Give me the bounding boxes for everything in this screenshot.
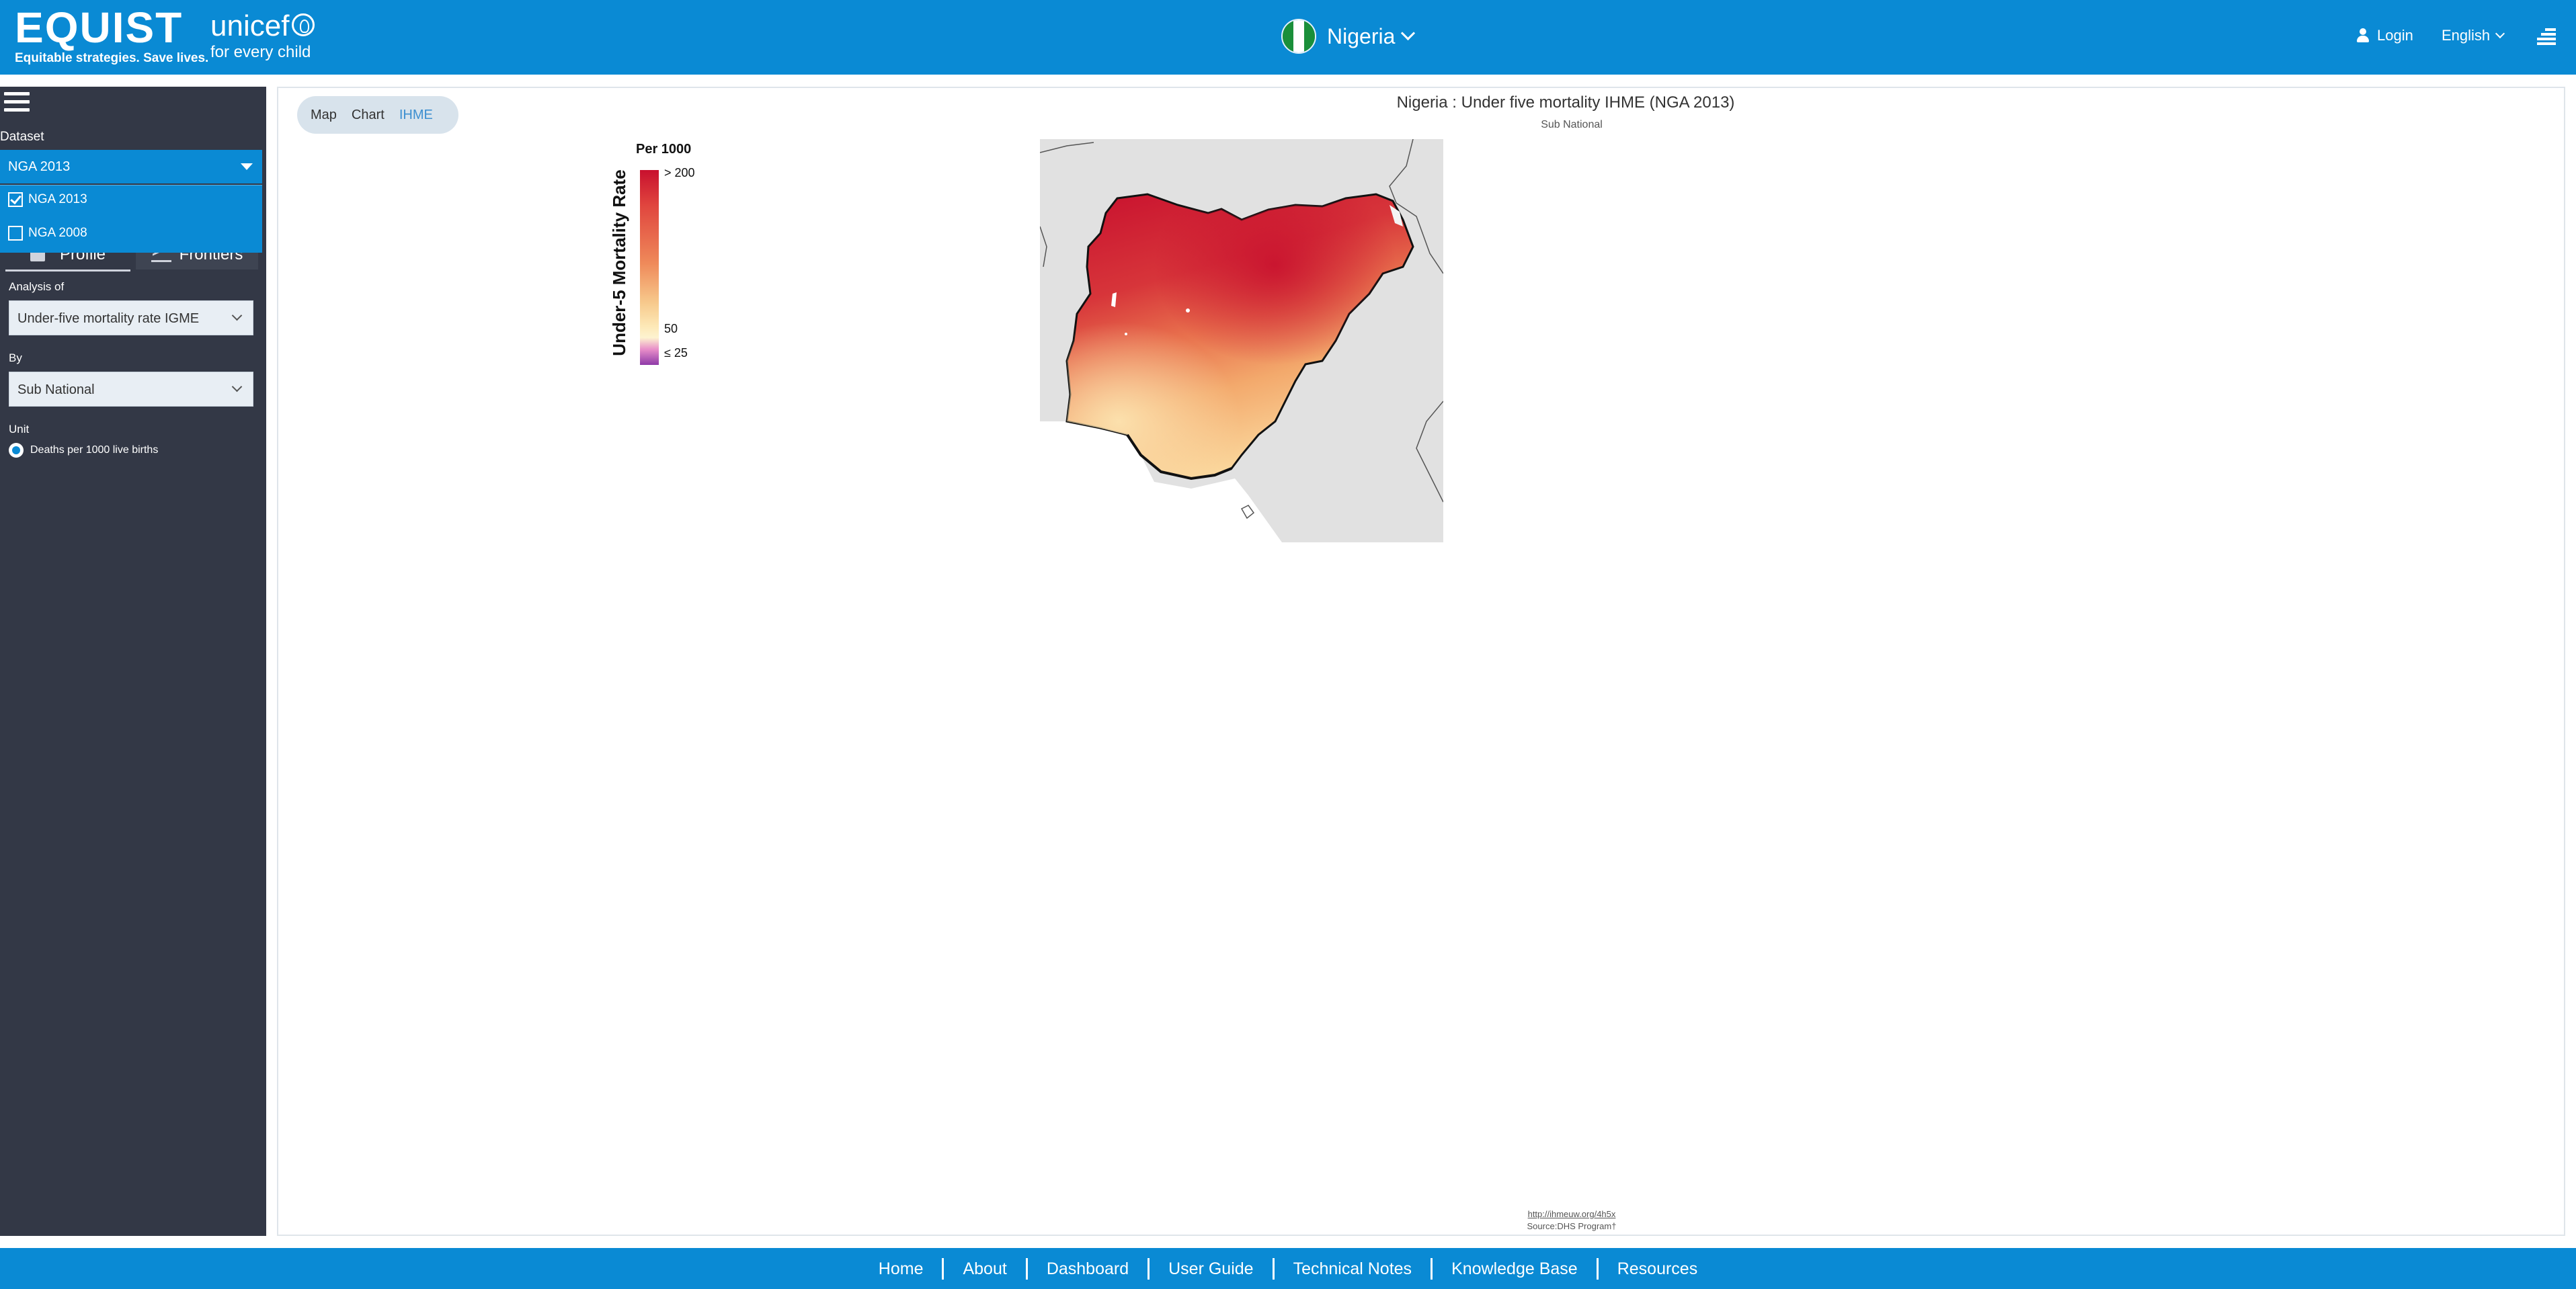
footer-link-resources[interactable]: Resources: [1599, 1258, 1717, 1280]
menu-icon[interactable]: [2537, 28, 2556, 46]
legend-axis-label: Under-5 Mortality Rate: [609, 169, 629, 356]
country-name: Nigeria: [1327, 24, 1396, 48]
brand-name: EQUIST: [15, 3, 184, 52]
footer-link-user-guide[interactable]: User Guide: [1150, 1257, 1275, 1280]
unicef-tagline: for every child: [210, 43, 311, 61]
dataset-selected-value: NGA 2013: [8, 159, 71, 174]
dataset-label: Dataset: [0, 130, 44, 144]
nigeria-flag-icon: [1281, 19, 1316, 54]
unicef-name: unicef: [210, 9, 290, 42]
view-switcher: Map Chart IHME: [297, 96, 458, 134]
chevron-down-icon: [1401, 26, 1416, 40]
chart-subtitle: Sub National: [1541, 119, 1603, 130]
legend-label-bottom: ≤ 25: [664, 346, 688, 360]
unit-value: Deaths per 1000 live births: [30, 444, 159, 456]
footer-link-technical-notes[interactable]: Technical Notes: [1275, 1257, 1433, 1280]
legend-heading: Per 1000: [636, 142, 692, 157]
brand-tagline: Equitable strategies. Save lives.: [15, 51, 209, 65]
dataset-option-nga-2013[interactable]: NGA 2013: [8, 192, 87, 207]
map-svg: [1040, 139, 1443, 542]
analysis-select[interactable]: Under-five mortality rate IGME: [9, 300, 253, 335]
unit-label: Unit: [9, 423, 30, 435]
main-panel: Map Chart IHME Nigeria : Under five mort…: [277, 87, 2565, 1236]
lake: [1186, 308, 1190, 313]
dataset-option-label: NGA 2008: [28, 226, 87, 240]
radio-selected-icon[interactable]: [9, 443, 24, 458]
by-label: By: [9, 351, 22, 364]
caret-down-icon: [241, 163, 253, 170]
unicef-logo: unicef for every child: [210, 11, 315, 62]
footer-link-home[interactable]: Home: [860, 1257, 944, 1280]
checkbox-checked-icon[interactable]: [8, 192, 23, 207]
dataset-dropdown-menu: NGA 2013 NGA 2008: [0, 185, 262, 253]
legend-label-top: > 200: [664, 166, 695, 179]
source-text: Source:DHS Program†: [1527, 1221, 1617, 1231]
unit-option-deaths[interactable]: Deaths per 1000 live births: [9, 443, 158, 458]
by-select[interactable]: Sub National: [9, 372, 253, 407]
equist-logo[interactable]: EQUIST Equitable strategies. Save lives.: [15, 5, 208, 66]
tab-ihme[interactable]: IHME: [399, 108, 433, 123]
analysis-label: Analysis of: [9, 280, 65, 293]
legend-color-scale: [640, 170, 659, 365]
checkbox-unchecked-icon[interactable]: [8, 226, 23, 241]
login-button[interactable]: Login: [2357, 27, 2413, 44]
chevron-down-icon: [2495, 28, 2505, 39]
chart-title: Nigeria : Under five mortality IHME (NGA…: [1396, 93, 1735, 112]
chevron-down-icon: [231, 381, 243, 392]
language-selector[interactable]: English: [2442, 27, 2505, 44]
footer-link-about[interactable]: About: [944, 1257, 1028, 1280]
footer-link-knowledge-base[interactable]: Knowledge Base: [1433, 1257, 1599, 1280]
top-header: EQUIST Equitable strategies. Save lives.…: [0, 0, 2576, 75]
footer-nav: Home About Dashboard User Guide Technica…: [0, 1248, 2576, 1289]
language-label: English: [2442, 27, 2491, 44]
hamburger-menu-icon[interactable]: [4, 92, 30, 112]
tab-map[interactable]: Map: [311, 108, 337, 123]
user-icon: [2357, 28, 2369, 43]
analysis-value: Under-five mortality rate IGME: [17, 311, 200, 326]
sidebar: Dataset NGA 2013 Profile Frontiers NGA 2…: [0, 87, 266, 1236]
by-value: Sub National: [17, 382, 95, 397]
chevron-down-icon: [231, 310, 243, 321]
footer-link-dashboard[interactable]: Dashboard: [1028, 1257, 1150, 1280]
lake: [1125, 333, 1127, 335]
country-selector[interactable]: Nigeria: [1281, 17, 1416, 55]
legend-label-mid: 50: [664, 322, 678, 335]
mortality-map[interactable]: [1040, 139, 1443, 542]
login-label: Login: [2377, 27, 2413, 44]
dataset-dropdown[interactable]: NGA 2013: [0, 150, 262, 183]
dataset-option-label: NGA 2013: [28, 192, 87, 206]
tab-chart[interactable]: Chart: [352, 108, 385, 123]
unicef-emblem-icon: [292, 13, 315, 36]
dataset-option-nga-2008[interactable]: NGA 2008: [8, 226, 87, 241]
source-link[interactable]: http://ihmeuw.org/4h5x: [1357, 1209, 1787, 1219]
